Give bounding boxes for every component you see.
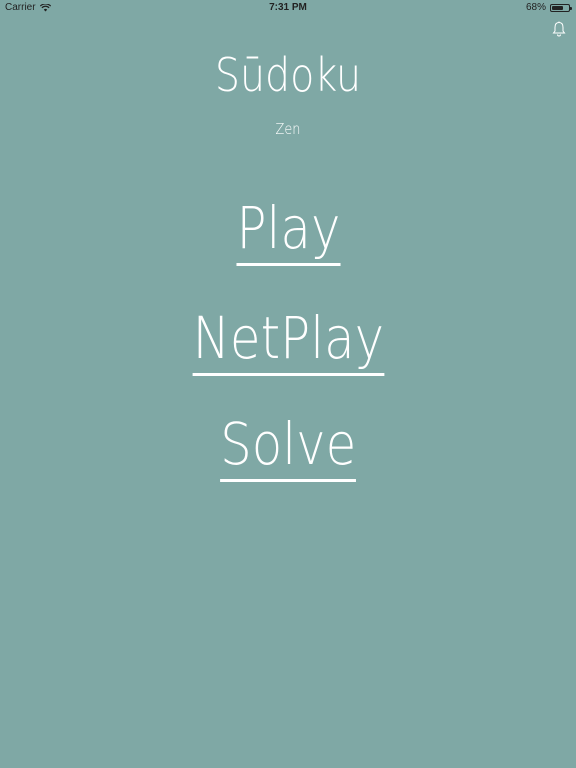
- menu-solve-row: Solve: [0, 412, 576, 482]
- menu-play-row: Play: [0, 196, 576, 266]
- menu-netplay-row: NetPlay: [0, 306, 576, 376]
- battery-fill: [552, 5, 563, 10]
- netplay-link[interactable]: NetPlay: [192, 306, 384, 376]
- app-subtitle: Zen: [275, 120, 301, 138]
- status-right: 68%: [525, 2, 572, 13]
- battery-percent: 68%: [525, 2, 546, 13]
- battery-icon: [550, 3, 572, 12]
- solve-link[interactable]: Solve: [219, 412, 357, 482]
- app-title: Sūdoku: [214, 48, 362, 102]
- status-time: 7:31 PM: [269, 2, 307, 13]
- bell-icon[interactable]: [550, 20, 568, 38]
- play-link[interactable]: Play: [235, 196, 341, 266]
- status-bar: Carrier 7:31 PM 68%: [0, 0, 576, 16]
